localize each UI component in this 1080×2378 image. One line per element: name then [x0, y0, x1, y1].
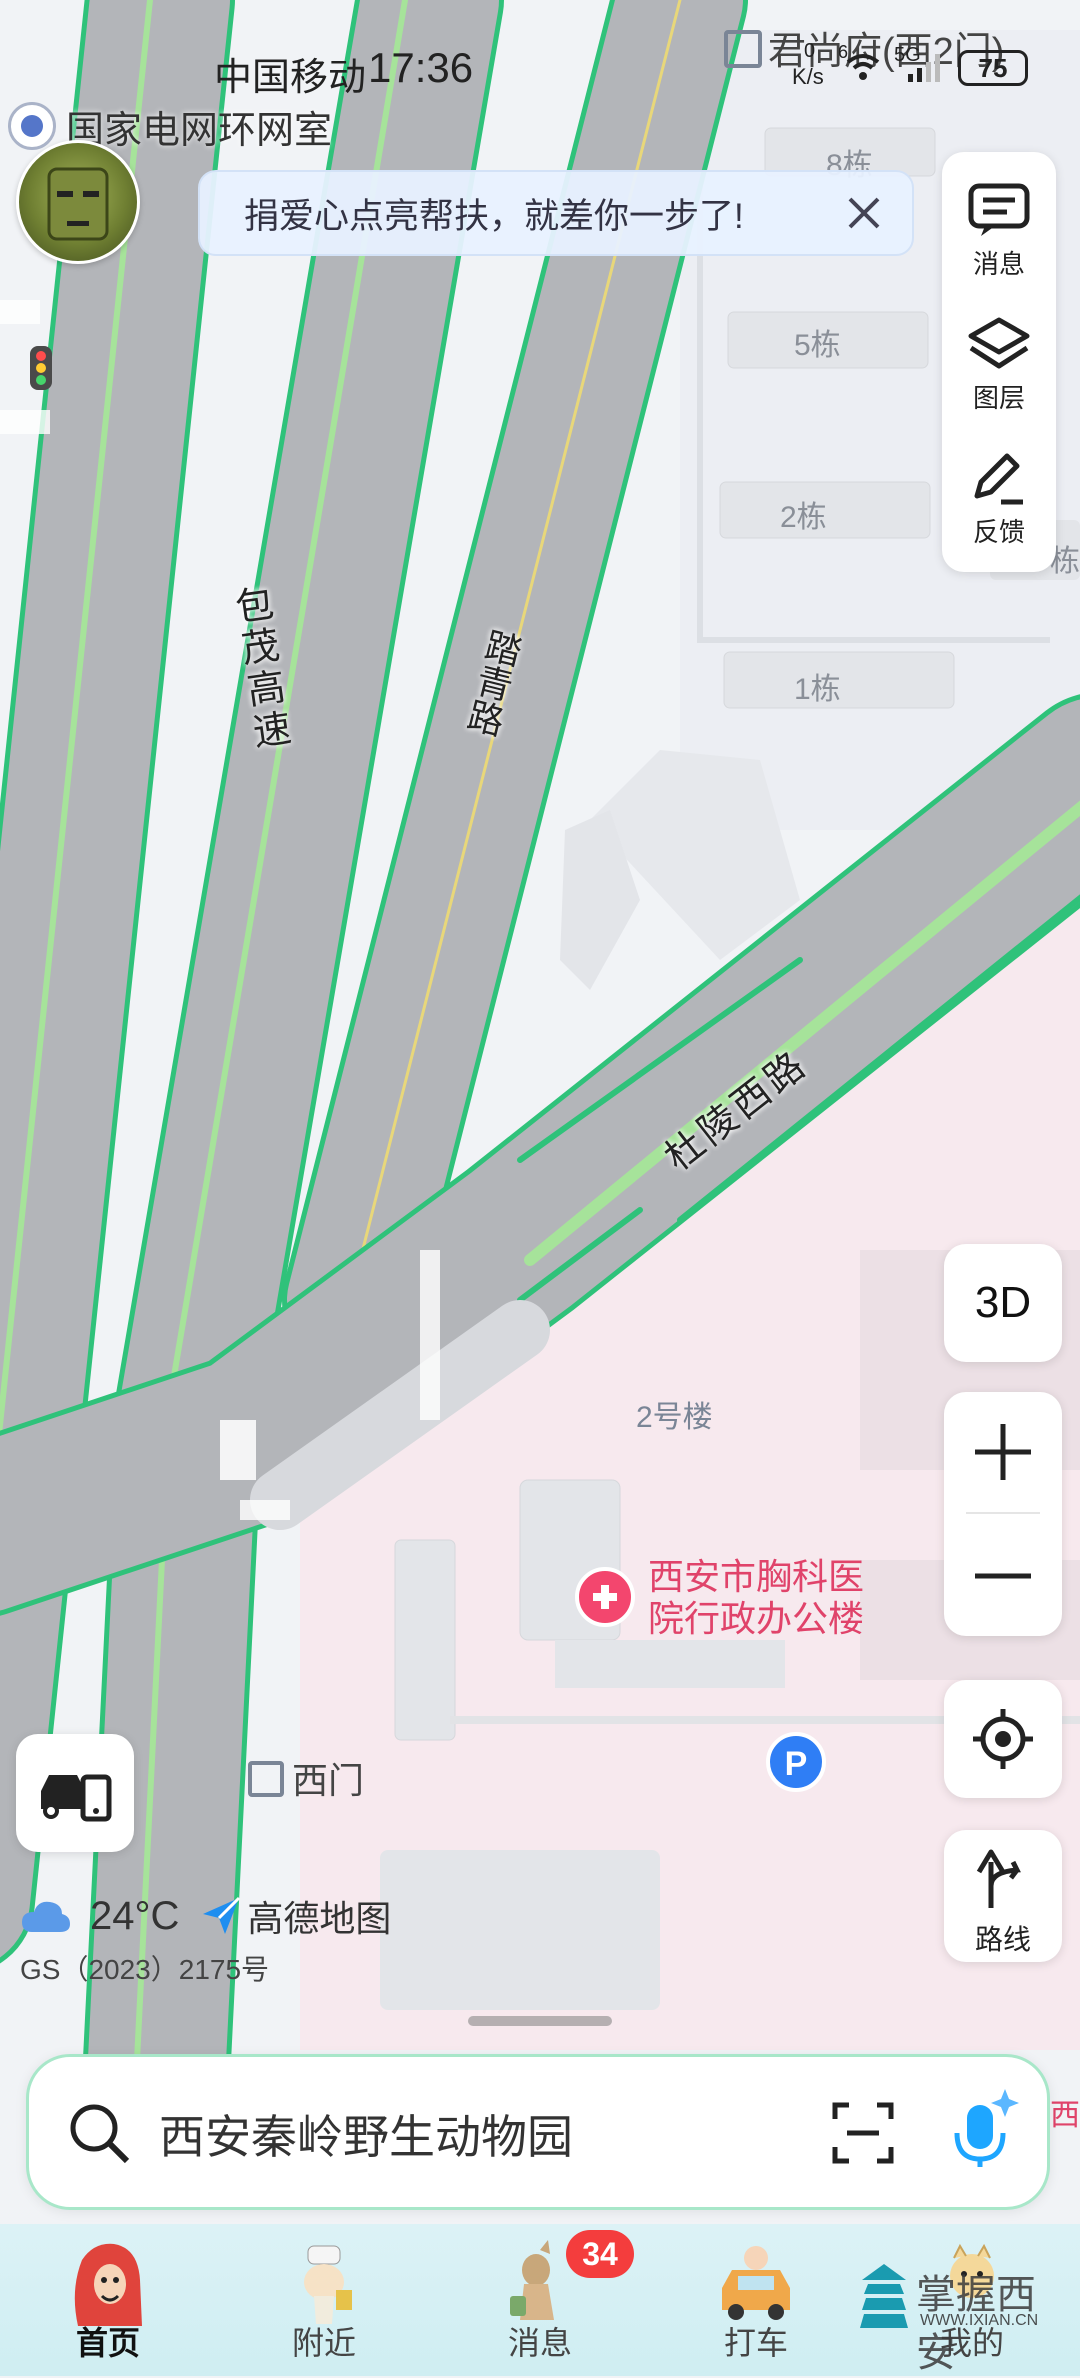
- svg-text:P: P: [785, 1745, 808, 1783]
- map-label-building-5: 5栋: [794, 329, 841, 362]
- map-tools-panel: 消息 图层 反馈: [942, 152, 1056, 572]
- bronze-mask-icon: [47, 167, 109, 241]
- amap-logo-icon: [203, 1896, 241, 1934]
- map-label-building-2: 2栋: [780, 501, 827, 534]
- voice-assistant-icon[interactable]: [949, 2087, 1019, 2169]
- watermark-url: WWW.IXIAN.CN: [920, 2312, 1039, 2329]
- feedback-button-label: 反馈: [972, 516, 1025, 547]
- temperature-text: 24°C: [90, 1893, 180, 1938]
- hospital-name-line1: 西安市胸科医: [648, 1556, 865, 1597]
- map-label-edge-char: 西: [1050, 2099, 1080, 2132]
- battery-icon: 75: [958, 50, 1028, 86]
- close-icon[interactable]: [834, 183, 894, 243]
- avatar[interactable]: [16, 140, 140, 264]
- clock-text: 17:36: [368, 44, 474, 91]
- map-label-building-1: 1栋: [794, 673, 841, 706]
- scan-icon[interactable]: [831, 2101, 895, 2165]
- map-canvas[interactable]: P: [0, 0, 1080, 2376]
- search-bar[interactable]: 西安秦岭野生动物园: [26, 2054, 1050, 2210]
- layers-button[interactable]: 图层: [942, 300, 1056, 430]
- tab-taxi-label: 打车: [723, 2325, 788, 2361]
- route-button-label: 路线: [974, 1924, 1031, 1955]
- layers-icon: [968, 317, 1030, 368]
- route-button[interactable]: 路线: [944, 1830, 1062, 1962]
- car-link-button[interactable]: [16, 1734, 134, 1852]
- feedback-pen-icon: [974, 453, 1023, 504]
- tab-nearby[interactable]: 附近: [216, 2224, 432, 2376]
- messages-button[interactable]: 消息: [942, 166, 1056, 296]
- search-input[interactable]: 西安秦岭野生动物园: [159, 2101, 573, 2167]
- map-label-ximen[interactable]: 西门: [248, 1752, 364, 1804]
- view-3d-button[interactable]: 3D: [944, 1244, 1062, 1362]
- map-label-hospital[interactable]: 西安市胸科医 院行政办公楼: [648, 1556, 864, 1640]
- layers-button-label: 图层: [972, 382, 1025, 413]
- cloud-icon: [22, 1901, 70, 1932]
- crosshair-icon: [973, 1709, 1033, 1769]
- taxi-tab-icon: [722, 2246, 790, 2320]
- locate-me-button[interactable]: [944, 1680, 1062, 1798]
- net-speed-unit: K/s: [792, 64, 824, 89]
- search-icon: [70, 2104, 130, 2164]
- plus-icon: [975, 1424, 1031, 1480]
- tab-home-label: 首页: [75, 2325, 140, 2361]
- messages-button-label: 消息: [972, 248, 1025, 279]
- wifi-icon: [846, 52, 880, 82]
- map-license-text: GS（2023）2175号: [20, 1954, 270, 1985]
- messages-badge: 34: [566, 2230, 634, 2278]
- zoom-out-button[interactable]: [944, 1516, 1062, 1636]
- net-speed-value: 0: [804, 40, 816, 62]
- weather-widget[interactable]: 24°C 高德地图: [20, 1886, 391, 1946]
- tab-home[interactable]: 首页: [0, 2224, 216, 2376]
- map-label-building-2hao: 2号楼: [636, 1401, 713, 1434]
- charity-toast[interactable]: 捐爱心点亮帮扶，就差你一步了!: [198, 170, 914, 256]
- parking-marker-icon[interactable]: P: [766, 1732, 826, 1792]
- tab-taxi[interactable]: 打车: [648, 2224, 864, 2376]
- feedback-button[interactable]: 反馈: [942, 434, 1056, 564]
- zoom-controls: [944, 1392, 1062, 1636]
- car-phone-icon: [41, 1774, 112, 1822]
- traffic-light-icon: [30, 346, 52, 390]
- carrier-text: 中国移动: [214, 57, 367, 99]
- cell-signal-icon: [906, 52, 946, 84]
- zoom-in-button[interactable]: [944, 1392, 1062, 1512]
- hospital-name-line2: 院行政办公楼: [648, 1598, 865, 1639]
- hospital-marker-icon[interactable]: [575, 1567, 635, 1627]
- home-tab-icon: [74, 2243, 142, 2326]
- toast-text: 捐爱心点亮帮扶，就差你一步了!: [244, 196, 744, 236]
- tab-nearby-label: 附近: [291, 2325, 356, 2361]
- nearby-tab-icon: [304, 2245, 352, 2324]
- message-icon: [968, 183, 1030, 236]
- battery-level: 75: [978, 53, 1008, 83]
- gate-icon: [248, 1761, 284, 1797]
- view-3d-label: 3D: [974, 1278, 1032, 1327]
- tab-messages-label: 消息: [507, 2325, 572, 2361]
- route-arrow-icon: [976, 1849, 1021, 1908]
- minus-icon: [975, 1573, 1031, 1579]
- watermark: 掌握西安 WWW.IXIAN.CN: [858, 2252, 1068, 2376]
- brand-text: 高德地图: [247, 1898, 392, 1939]
- pagoda-logo-icon: [860, 2264, 908, 2328]
